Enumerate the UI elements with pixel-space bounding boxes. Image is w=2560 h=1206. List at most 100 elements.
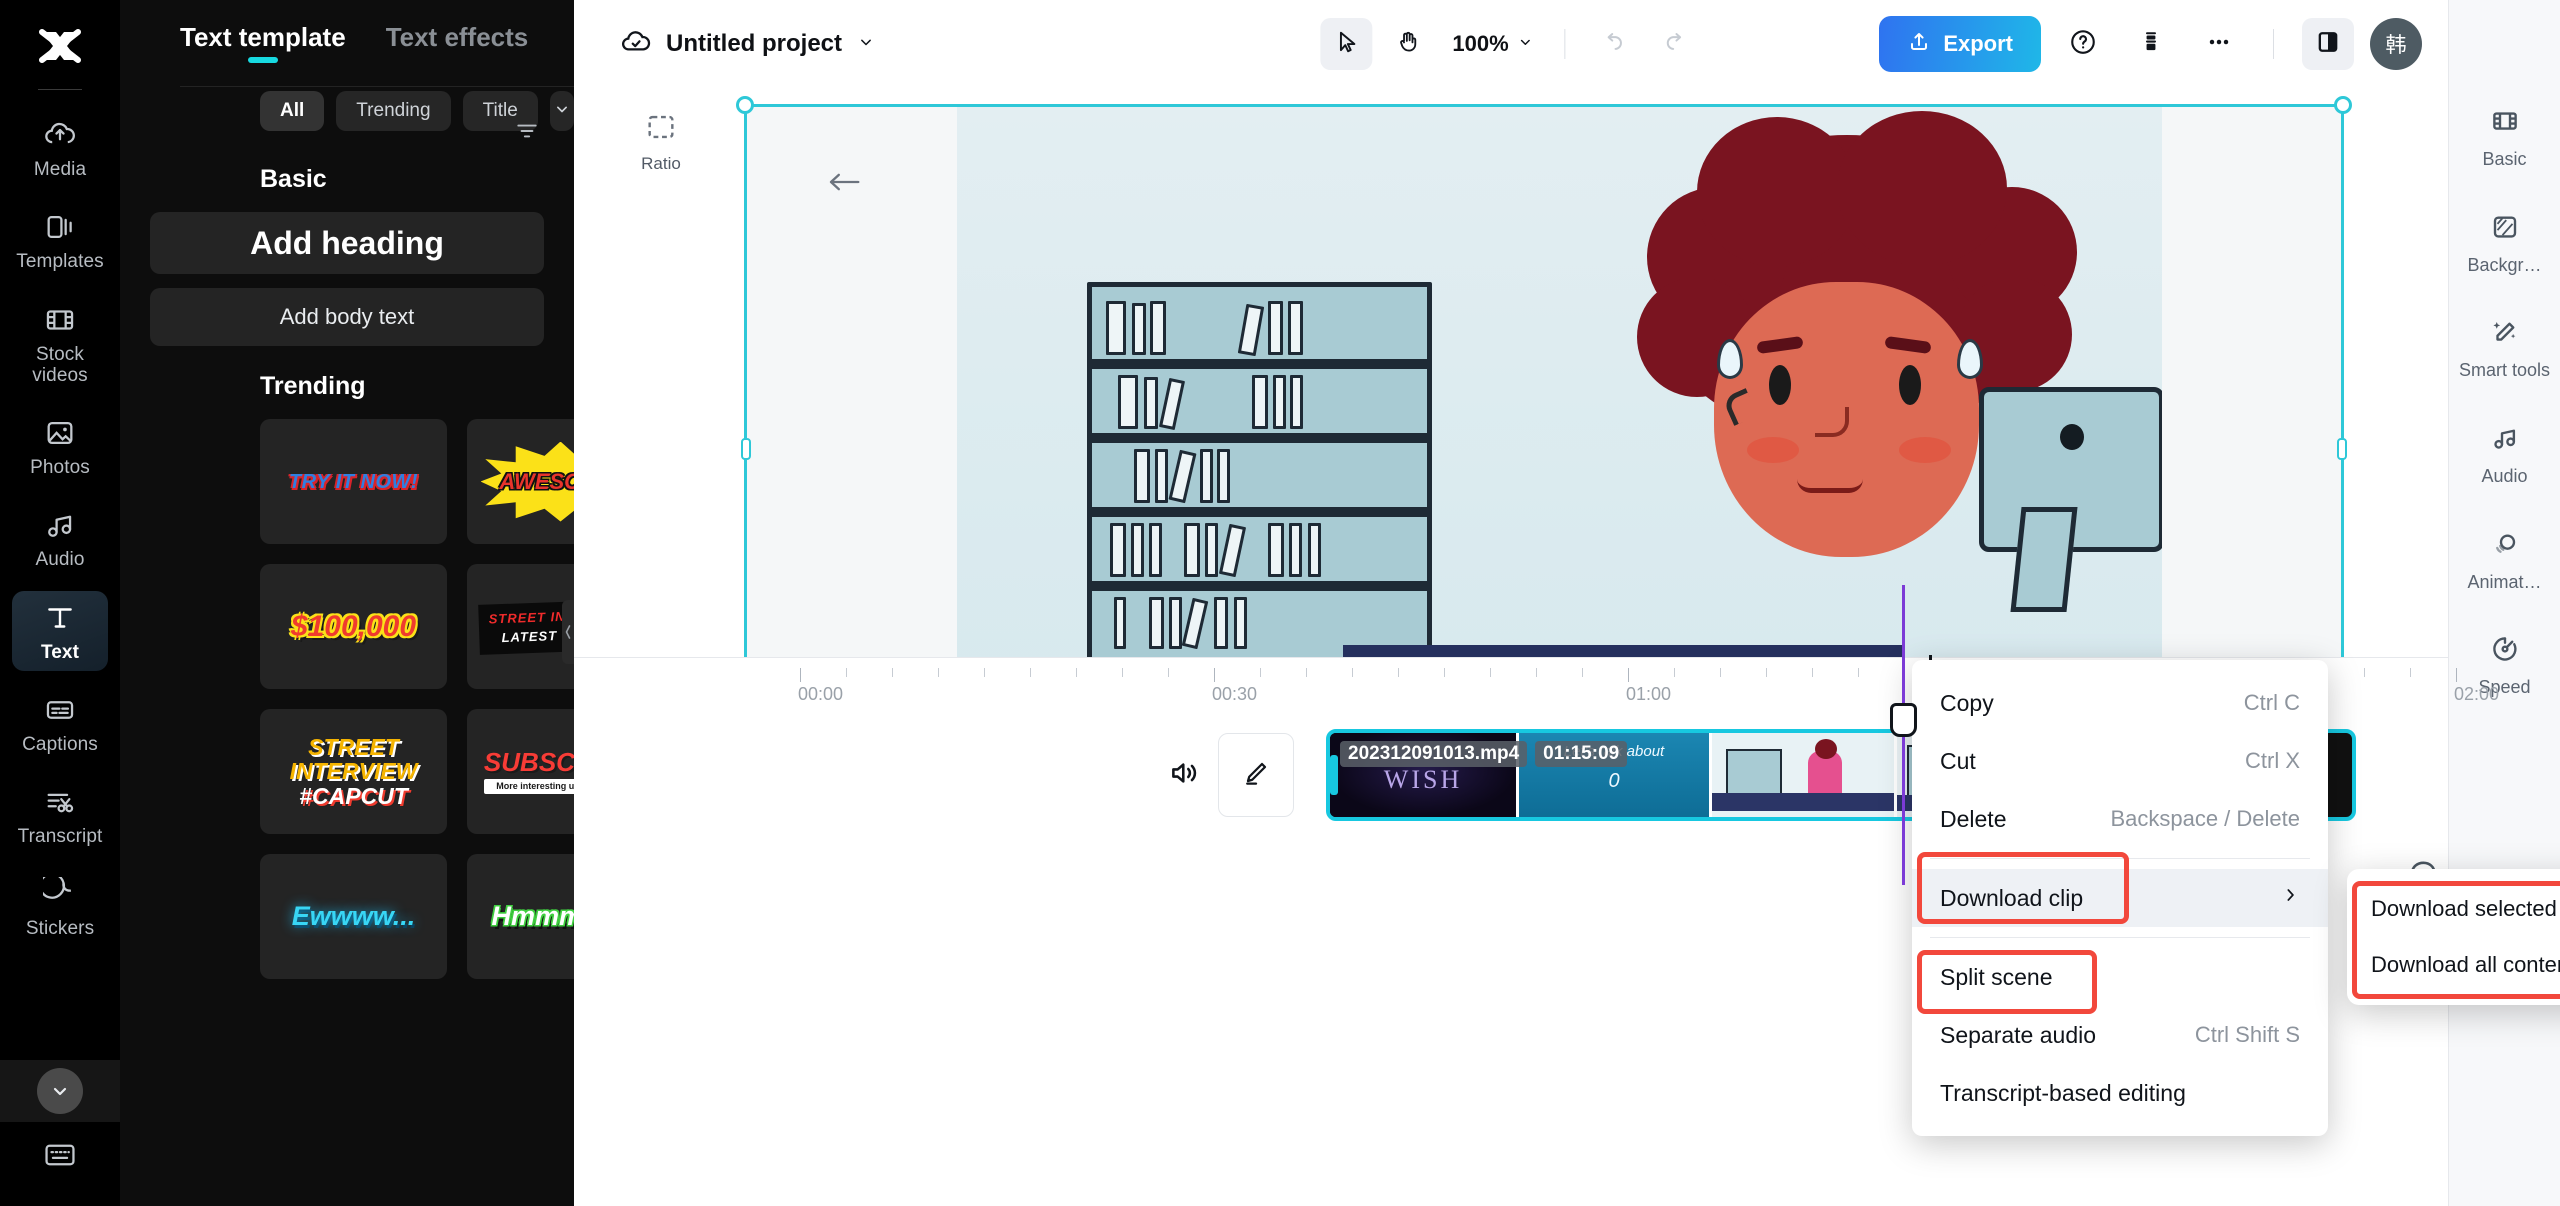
sidebar-item-audio[interactable]: Audio <box>12 498 108 578</box>
context-menu-item-separate-audio[interactable]: Separate audio Ctrl Shift S <box>1912 1006 2328 1064</box>
rail-divider <box>38 89 82 90</box>
bookshelf-illustration <box>1087 282 1432 667</box>
chip-trending[interactable]: Trending <box>336 91 450 131</box>
clip-context-menu: Copy Ctrl C Cut Ctrl X Delete Backspace … <box>1912 660 2328 1136</box>
sort-filter-button[interactable] <box>514 118 540 149</box>
filter-icon <box>514 131 540 148</box>
resize-handle-top-right[interactable] <box>2334 96 2352 114</box>
clip-info-badges: 202312091013.mp4 01:15:09 <box>1340 741 1627 767</box>
template-label: STREET INTERVIEW LATEST UPDATE <box>478 599 574 654</box>
clip-thumbnail[interactable] <box>1712 733 1894 817</box>
template-card-ewwww[interactable]: Ewwww... <box>260 854 447 979</box>
sidebar-item-label: Transcript <box>18 826 103 847</box>
add-heading-button[interactable]: Add heading <box>150 212 544 274</box>
sidebar-item-label: Stock videos <box>12 344 108 387</box>
music-note-icon <box>2490 423 2520 458</box>
context-menu-item-transcript-based-editing[interactable]: Transcript-based editing <box>1912 1064 2328 1122</box>
template-label: Hmmmm... <box>491 903 574 930</box>
clip-duration: 01:15:09 <box>1535 741 1627 767</box>
context-menu-shortcut: Backspace / Delete <box>2110 806 2300 832</box>
template-card-money[interactable]: $100,000 <box>260 564 447 689</box>
right-rail-item-basic[interactable]: Basic <box>2455 96 2555 180</box>
playhead[interactable] <box>1902 585 1905 885</box>
sidebar-item-photos[interactable]: Photos <box>12 406 108 486</box>
tab-text-effects[interactable]: Text effects <box>386 22 529 67</box>
sidebar-item-captions[interactable]: Captions <box>12 683 108 763</box>
clip-left-handle[interactable] <box>1330 755 1338 795</box>
sidebar-item-media[interactable]: Media <box>12 108 108 188</box>
more-options-button[interactable] <box>2193 18 2245 70</box>
template-card-subscribe[interactable]: SUBSCRIBE More interesting updates here <box>467 709 574 834</box>
select-tool-button[interactable] <box>1320 18 1372 70</box>
context-menu-divider-1 <box>1930 858 2310 859</box>
template-card-street-interview-capcut[interactable]: STREET INTERVIEW #CAPCUT <box>260 709 447 834</box>
redo-button[interactable] <box>1650 18 1702 70</box>
ruler-label: 01:00 <box>1626 684 1671 705</box>
toolbar-divider <box>1565 29 1566 59</box>
main-area: Untitled project <box>574 0 2448 1206</box>
submenu-item-download-selected-clip[interactable]: Download selected clip (00:00 - 01:15) <box>2347 881 2560 937</box>
character-nose <box>1815 407 1849 437</box>
download-clip-submenu: Download selected clip (00:00 - 01:15) D… <box>2347 869 2560 1005</box>
export-button[interactable]: Export <box>1879 16 2041 72</box>
context-menu-item-delete[interactable]: Delete Backspace / Delete <box>1912 790 2328 848</box>
upload-icon <box>1907 29 1931 59</box>
help-button[interactable] <box>2057 18 2109 70</box>
sidebar-item-stock-videos[interactable]: Stock videos <box>12 293 108 395</box>
right-rail-item-smart-tools[interactable]: Smart tools <box>2455 307 2555 391</box>
avatar[interactable]: 韩 <box>2370 18 2422 70</box>
image-icon <box>43 416 77 450</box>
context-menu-item-split-scene[interactable]: Split scene <box>1912 948 2328 1006</box>
undo-button[interactable] <box>1588 18 1640 70</box>
ellipsis-icon <box>2205 28 2233 61</box>
capcut-logo[interactable] <box>38 28 82 69</box>
submenu-item-download-all-content[interactable]: Download all content from selected dur… … <box>2347 937 2560 993</box>
layers-button[interactable] <box>2125 18 2177 70</box>
template-label: $100,000 <box>291 612 416 642</box>
chevron-down-icon <box>856 32 876 57</box>
right-rail-label: Audio <box>2481 466 2527 487</box>
track-controls <box>1160 733 1294 817</box>
track-edit-button[interactable] <box>1218 733 1294 817</box>
template-line-2: INTERVIEW <box>290 759 418 783</box>
arrow-left-icon[interactable] <box>827 169 861 200</box>
template-card-awesome[interactable]: AWESOME! <box>467 419 574 544</box>
resize-handle-top-left[interactable] <box>736 96 754 114</box>
resize-handle-right[interactable] <box>2337 438 2347 460</box>
chip-more-button[interactable] <box>550 91 574 131</box>
add-body-text-button[interactable]: Add body text <box>150 288 544 346</box>
template-card-hmmmm[interactable]: Hmmmm... <box>467 854 574 979</box>
template-card-try-it-now[interactable]: TRY IT NOW! <box>260 419 447 544</box>
pencil-icon <box>1241 758 1271 793</box>
tab-text-template[interactable]: Text template <box>180 22 346 67</box>
sidebar-item-transcript[interactable]: Transcript <box>12 775 108 855</box>
track-volume-button[interactable] <box>1160 756 1208 795</box>
project-menu[interactable]: Untitled project <box>620 26 876 63</box>
sidebar-expand-button[interactable] <box>0 1060 120 1122</box>
keyboard-shortcuts-button[interactable] <box>0 1140 120 1175</box>
sidebar-item-text[interactable]: Text <box>12 591 108 671</box>
context-menu-item-cut[interactable]: Cut Ctrl X <box>1912 732 2328 790</box>
panel-toggle-button[interactable] <box>2302 18 2354 70</box>
context-menu-item-copy[interactable]: Copy Ctrl C <box>1912 674 2328 732</box>
template-line-1: SUBSCRIBE <box>484 747 574 777</box>
sidebar-item-stickers[interactable]: Stickers <box>12 867 108 947</box>
context-menu-divider-2 <box>1930 937 2310 938</box>
hand-tool-button[interactable] <box>1382 18 1434 70</box>
chevron-right-icon <box>2280 885 2300 911</box>
chip-all[interactable]: All <box>260 91 324 131</box>
templates-icon <box>43 210 77 244</box>
context-menu-item-download-clip[interactable]: Download clip <box>1912 869 2328 927</box>
ratio-button[interactable]: Ratio <box>628 106 694 172</box>
playhead-handle[interactable] <box>1890 703 1917 737</box>
right-rail-item-audio[interactable]: Audio <box>2455 413 2555 497</box>
sidebar-item-templates[interactable]: Templates <box>12 200 108 280</box>
context-menu-label: Cut <box>1940 748 1976 775</box>
right-rail-item-animation[interactable]: Animat… <box>2455 519 2555 603</box>
panel-collapse-handle[interactable] <box>562 600 574 664</box>
zoom-level-selector[interactable]: 100% <box>1452 31 1534 57</box>
template-card-street-interview-latest[interactable]: STREET INTERVIEW LATEST UPDATE <box>467 564 574 689</box>
right-rail-item-background[interactable]: Backgr… <box>2455 202 2555 286</box>
resize-handle-left[interactable] <box>741 438 751 460</box>
template-label: SUBSCRIBE More interesting updates here <box>484 749 574 794</box>
